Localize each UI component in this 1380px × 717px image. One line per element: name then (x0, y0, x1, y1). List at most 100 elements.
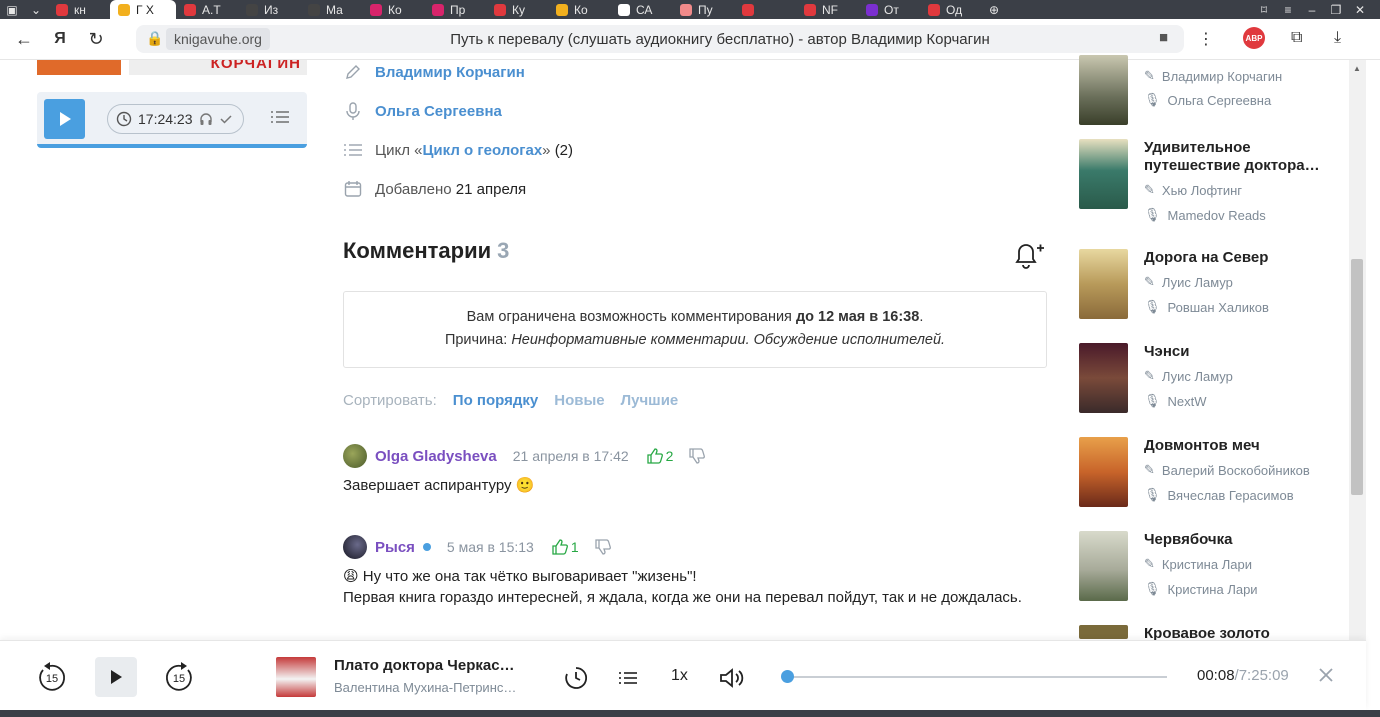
browser-tab[interactable]: А.Т (176, 0, 238, 19)
volume-icon[interactable] (718, 665, 746, 691)
sort-best-option[interactable]: Лучшие (621, 392, 679, 409)
rec-title[interactable]: Дорога на Север (1144, 249, 1329, 267)
subscribe-bell-icon[interactable] (1011, 240, 1045, 275)
rewind-button[interactable]: 15 (36, 659, 68, 695)
book-cover[interactable] (1079, 343, 1128, 413)
rec-reader[interactable]: Ровшан Халиков (1168, 300, 1269, 315)
play-button[interactable] (95, 657, 137, 697)
rec-author[interactable]: Луис Ламур (1162, 369, 1233, 384)
browser-tab[interactable]: Од (920, 0, 982, 19)
book-cover[interactable] (1079, 625, 1128, 639)
rec-author[interactable]: Кристина Лари (1162, 557, 1252, 572)
rec-author[interactable]: Луис Ламур (1162, 275, 1233, 290)
speed-button[interactable]: 1x (671, 667, 688, 685)
extensions-icon[interactable]: ⧉ (1291, 29, 1302, 47)
scrollbar-thumb[interactable] (1351, 259, 1363, 495)
book-cover[interactable]: КОРЧАГИН (37, 60, 307, 75)
browser-tab[interactable]: Ко (362, 0, 424, 19)
yandex-icon[interactable]: Я (42, 21, 78, 57)
sleep-timer-icon[interactable] (563, 665, 589, 691)
book-cover[interactable] (1079, 139, 1128, 209)
book-cover[interactable] (1079, 249, 1128, 319)
back-icon[interactable]: ← (6, 21, 42, 57)
browser-tab[interactable]: NF (796, 0, 858, 19)
bookmark-page-icon[interactable]: ■ (1159, 29, 1168, 46)
browser-tab[interactable]: кн (48, 0, 110, 19)
browser-tab[interactable]: Ко (548, 0, 610, 19)
minimize-icon[interactable]: – (1300, 3, 1324, 17)
tab-label: СА (636, 2, 653, 17)
tab-label: Пу (698, 2, 713, 17)
browser-tab[interactable]: От (858, 0, 920, 19)
sidebar-toggle-icon[interactable]: ▣ (0, 3, 24, 17)
playlist-icon[interactable] (617, 669, 639, 687)
rec-title[interactable]: Червябочка (1144, 531, 1329, 549)
now-playing-reader[interactable]: Валентина Мухина-Петринс… (334, 680, 516, 695)
rec-title[interactable]: Довмонтов меч (1144, 437, 1329, 455)
menu-icon[interactable]: ≡ (1276, 3, 1300, 17)
browser-tab[interactable]: Из (238, 0, 300, 19)
rec-title[interactable]: Удивительное путешествие доктора… (1144, 139, 1329, 175)
browser-tab[interactable] (734, 0, 796, 19)
rec-reader[interactable]: Ольга Сергеевна (1168, 93, 1272, 108)
download-icon[interactable]: ⤓ (1334, 29, 1341, 47)
rec-title[interactable]: Чэнси (1144, 343, 1329, 361)
forward-button[interactable]: 15 (163, 659, 195, 695)
duration-badge[interactable]: 17:24:23 (107, 104, 244, 134)
browser-tab[interactable]: Ма (300, 0, 362, 19)
dislike-button[interactable] (594, 539, 611, 555)
microphone-icon: 🎙 (1144, 299, 1161, 314)
browser-tab[interactable]: Г Х (110, 0, 176, 19)
browser-tab[interactable]: СА (610, 0, 672, 19)
avatar[interactable] (343, 444, 367, 468)
more-icon[interactable]: ⋮ (1198, 29, 1214, 49)
sort-order-option[interactable]: По порядку (453, 392, 538, 409)
book-cover[interactable] (1079, 437, 1128, 507)
rec-reader[interactable]: Кристина Лари (1168, 582, 1258, 597)
bookmark-icon[interactable]: ⌑ (1252, 3, 1276, 17)
like-button[interactable]: 1 (552, 539, 579, 555)
comment-date[interactable]: 5 мая в 15:13 (447, 539, 534, 555)
rec-reader[interactable]: Вячеслав Герасимов (1168, 488, 1294, 503)
author-link[interactable]: Владимир Корчагин (375, 64, 525, 81)
scroll-up-icon[interactable]: ▲ (1353, 64, 1361, 73)
rec-reader[interactable]: NextW (1168, 394, 1207, 409)
like-button[interactable]: 2 (647, 448, 673, 464)
sort-new-option[interactable]: Новые (554, 392, 604, 409)
rec-author[interactable]: Владимир Корчагин (1162, 69, 1282, 84)
browser-tab[interactable]: Ку (486, 0, 548, 19)
url-field[interactable]: 🔒 knigavuhe.org Путь к перевалу (слушать… (136, 25, 1184, 53)
close-window-icon[interactable]: ✕ (1348, 3, 1372, 17)
now-playing-cover[interactable] (276, 657, 316, 697)
microphone-icon: 🎙 (1144, 581, 1161, 596)
browser-tab[interactable]: Пу (672, 0, 734, 19)
rec-author[interactable]: Хью Лофтинг (1162, 183, 1242, 198)
comment-author[interactable]: Olga Gladysheva (375, 448, 497, 465)
rec-author[interactable]: Валерий Воскобойников (1162, 463, 1310, 478)
browser-tab[interactable]: Пр (424, 0, 486, 19)
book-cover[interactable] (1079, 55, 1128, 125)
restore-icon[interactable]: ❐ (1324, 3, 1348, 17)
reader-link[interactable]: Ольга Сергеевна (375, 103, 502, 120)
avatar[interactable] (343, 535, 367, 559)
play-button[interactable] (44, 99, 85, 139)
playlist-icon[interactable] (271, 110, 289, 129)
progress-track[interactable] (787, 676, 1167, 678)
page-scrollbar[interactable]: ▲ (1349, 60, 1366, 640)
progress-handle[interactable] (781, 670, 795, 683)
dislike-button[interactable] (689, 448, 706, 464)
microphone-icon: 🎙 (1144, 487, 1161, 502)
book-cover[interactable] (1079, 531, 1128, 601)
comment-author[interactable]: Рыся (375, 539, 415, 556)
adblock-icon[interactable]: ABP (1243, 27, 1265, 49)
cycle-link[interactable]: Цикл о геологах (422, 142, 542, 159)
tab-favicon-icon (56, 3, 68, 16)
now-playing-title[interactable]: Плато доктора Черкас… (334, 657, 515, 674)
cycle-count: (2) (554, 141, 574, 159)
comment-date[interactable]: 21 апреля в 17:42 (513, 448, 629, 464)
new-tab-icon[interactable]: ⊕ (982, 3, 1006, 17)
tabs-menu-icon[interactable]: ⌄ (24, 3, 48, 17)
reload-icon[interactable]: ↻ (78, 21, 114, 57)
close-player-icon[interactable] (1316, 665, 1336, 685)
rec-reader[interactable]: Mamedov Reads (1168, 208, 1266, 223)
